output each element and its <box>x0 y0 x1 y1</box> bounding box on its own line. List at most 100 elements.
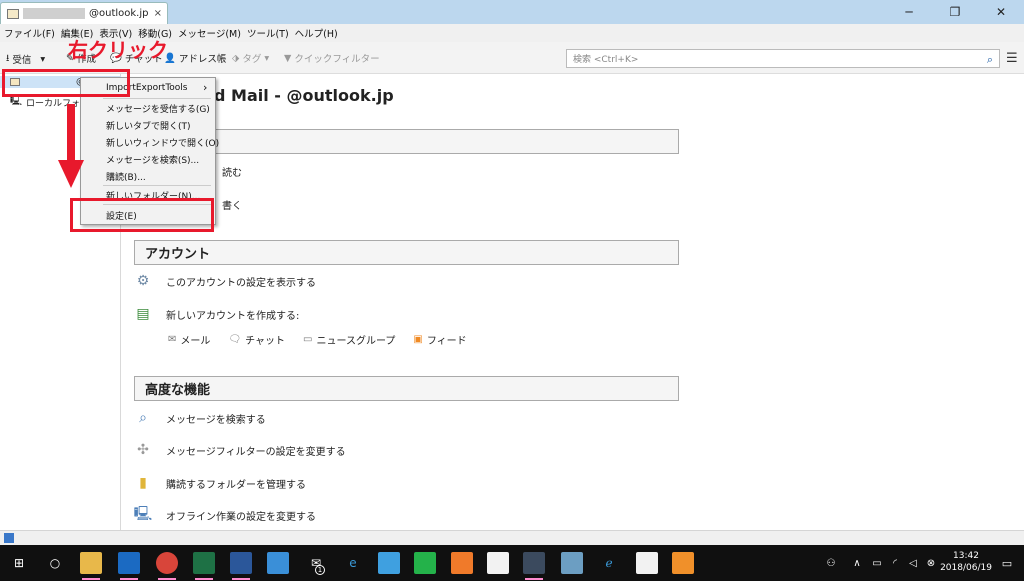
chat-icon: 🗨 <box>228 334 242 345</box>
photo-app-icon[interactable] <box>561 552 583 574</box>
view-settings-label: このアカウントの設定を表示する <box>166 277 316 289</box>
write-label: 書く <box>222 201 242 212</box>
message-filters-label: メッセージフィルターの設定を変更する <box>166 446 346 458</box>
menuitem-get-messages[interactable]: メッセージを受信する(G) <box>106 102 210 115</box>
message-filters-link[interactable]: ✣ メッセージフィルターの設定を変更する <box>134 441 346 459</box>
internet-explorer-icon[interactable]: ℯ <box>598 552 620 574</box>
minimize-button[interactable]: ─ <box>886 0 932 24</box>
action-center-icon[interactable]: ▭ <box>996 552 1018 574</box>
offline-settings-label: オフライン作業の設定を変更する <box>166 511 316 523</box>
get-mail-button[interactable]: ⭳ 受信 ▾ <box>6 51 45 67</box>
annotation-arrow <box>58 104 84 188</box>
status-bar <box>0 530 1024 545</box>
address-book-button[interactable]: 👤 アドレス帳 <box>164 51 227 66</box>
create-account-label: 新しいアカウントを作成する: <box>166 310 300 322</box>
search-messages-link[interactable]: ⌕ メッセージを検索する <box>134 409 266 427</box>
tag-button[interactable]: ⬗ タグ ▾ <box>232 51 270 66</box>
newsgroup-link-label: ニュースグループ <box>316 336 396 347</box>
gear-icon: ⚙ <box>136 273 150 289</box>
presentation-app-icon[interactable] <box>451 552 473 574</box>
search-placeholder: 検索 <Ctrl+K> <box>573 55 639 65</box>
excel-icon[interactable] <box>193 552 215 580</box>
notification-badge: 1 <box>315 565 325 575</box>
envelope-icon: ✉ <box>168 334 177 345</box>
word-icon[interactable] <box>230 552 252 580</box>
clock-time: 13:42 <box>953 551 979 561</box>
hamburger-menu-icon[interactable]: ☰ <box>1006 51 1018 66</box>
write-message-link[interactable]: 書く <box>222 197 242 212</box>
tag-label: タグ <box>242 54 262 65</box>
get-mail-label: 受信 <box>12 55 32 66</box>
chat-link-label: チャット <box>245 336 285 347</box>
close-button[interactable]: ✕ <box>978 0 1024 24</box>
annotation-label: 右クリック <box>68 38 168 62</box>
menu-separator <box>103 98 211 99</box>
chevron-down-icon: ▾ <box>264 52 270 64</box>
mail-icon <box>7 8 19 19</box>
menu-separator <box>103 185 211 186</box>
chevron-down-icon[interactable]: ▾ <box>40 54 45 65</box>
search-icon[interactable]: ⌕ <box>987 53 993 67</box>
file-explorer-icon[interactable] <box>80 552 102 580</box>
feed-link-label: フィード <box>426 336 467 347</box>
account-central: d Mail - @outlook.jp 読む 書く アカウント ⚙ このアカウ… <box>122 74 1024 530</box>
sticky-notes-icon[interactable] <box>636 552 658 574</box>
edge-icon[interactable]: e <box>342 552 364 574</box>
create-chat-link[interactable]: 🗨 チャット <box>228 332 285 347</box>
menuitem-search-messages[interactable]: メッセージを検索(S)... <box>106 153 199 166</box>
chrome-icon[interactable] <box>156 552 178 580</box>
spreadsheet-app-icon[interactable] <box>414 552 436 574</box>
windows-taskbar: ⊞ ○ ✉ 1 e ℯ ⚇ ∧ ▭ ◜ ◁ ⊗ 13:42 2018/06/19… <box>0 545 1024 581</box>
filter-arrows-icon: ✣ <box>137 442 149 458</box>
manage-subscriptions-link[interactable]: ▮ 購読するフォルダーを管理する <box>134 474 306 492</box>
cortana-circle-icon[interactable]: ○ <box>44 552 66 574</box>
search-messages-label: メッセージを検索する <box>166 414 266 426</box>
create-mail-link[interactable]: ✉ メール <box>168 332 210 347</box>
quick-filter-label: クイックフィルター <box>294 54 380 65</box>
tab-close-icon[interactable]: × <box>154 8 162 19</box>
mail-link-label: メール <box>180 336 211 347</box>
accounts-section-bar: アカウント <box>134 240 679 265</box>
clock[interactable]: 13:42 2018/06/19 <box>940 550 992 574</box>
create-newsgroup-link[interactable]: ▭ ニュースグループ <box>303 332 395 347</box>
search-input[interactable]: 検索 <Ctrl+K> ⌕ <box>566 49 1000 68</box>
window-tab[interactable]: @outlook.jp × <box>0 2 168 24</box>
menu-file[interactable]: ファイル(F) <box>4 26 55 40</box>
annotation-box-account <box>2 69 130 97</box>
online-status-icon[interactable] <box>4 533 14 543</box>
page-title: d Mail - @outlook.jp <box>214 86 394 105</box>
filter-icon: ▼ <box>284 52 292 64</box>
read-messages-link[interactable]: 読む <box>222 164 242 179</box>
create-account-row: ▤ 新しいアカウントを作成する: <box>134 305 299 323</box>
menu-tools[interactable]: ツール(T) <box>247 26 289 40</box>
newsgroup-icon: ▭ <box>303 334 313 345</box>
address-book-label: アドレス帳 <box>178 54 227 65</box>
tag-icon: ⬗ <box>232 52 240 64</box>
view-account-settings-link[interactable]: ⚙ このアカウントの設定を表示する <box>134 272 316 290</box>
people-icon[interactable]: ⚇ <box>820 552 842 574</box>
media-player-icon[interactable] <box>672 552 694 574</box>
ime-icon[interactable]: ⊗ <box>920 552 942 574</box>
menuitem-subscribe[interactable]: 購読(B)... <box>106 170 146 183</box>
menuitem-open-new-tab[interactable]: 新しいタブで開く(T) <box>106 119 191 132</box>
quick-filter-button[interactable]: ▼ クイックフィルター <box>284 51 380 66</box>
writer-app-icon[interactable] <box>378 552 400 574</box>
offline-settings-link[interactable]: 🖳 オフライン作業の設定を変更する <box>134 506 316 524</box>
create-feed-link[interactable]: ▣ フィード <box>413 332 466 347</box>
document-app-icon[interactable] <box>487 552 509 574</box>
thunderbird-icon[interactable] <box>523 552 545 580</box>
download-icon: ⭳ <box>6 53 10 64</box>
tab-title: @outlook.jp <box>89 8 149 19</box>
clock-date: 2018/06/19 <box>940 563 992 573</box>
contacts-app-icon[interactable] <box>267 552 289 574</box>
menu-message[interactable]: メッセージ(M) <box>178 26 241 40</box>
advanced-section-bar: 高度な機能 <box>134 376 679 401</box>
menuitem-open-new-window[interactable]: 新しいウィンドウで開く(O) <box>106 136 219 149</box>
tray-chevron-up-icon[interactable]: ∧ <box>846 552 868 574</box>
windows-start-icon[interactable]: ⊞ <box>8 552 30 574</box>
outlook-icon[interactable] <box>118 552 140 580</box>
accounts-section-title: アカウント <box>145 247 211 262</box>
menu-help[interactable]: ヘルプ(H) <box>295 26 338 40</box>
restore-button[interactable]: ❐ <box>932 0 978 24</box>
submenu-arrow-icon: › <box>203 81 208 94</box>
